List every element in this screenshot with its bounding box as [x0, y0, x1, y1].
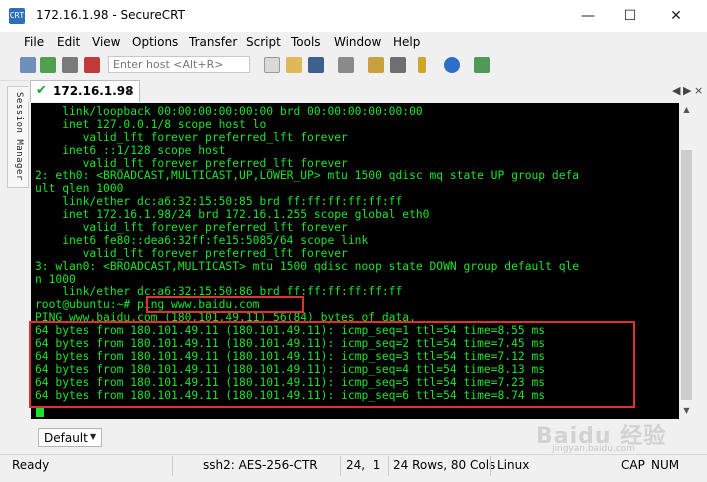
terminal-cursor [36, 407, 44, 417]
disconnect-icon[interactable] [84, 57, 100, 73]
baidu-watermark-url: jingyan.baidu.com [552, 444, 636, 454]
tab-scroll-right-icon[interactable]: ▶ [683, 84, 691, 97]
command-highlight-box [146, 296, 304, 313]
menu-transfer[interactable]: Transfer [189, 35, 237, 49]
status-ready: Ready [12, 458, 50, 472]
button-bar-select-value: Default [44, 431, 88, 445]
terminal-line: valid_lft forever preferred_lft forever [35, 130, 348, 144]
window-title: 172.16.1.98 - SecureCRT [36, 8, 185, 22]
menu-options[interactable]: Options [132, 35, 178, 49]
menu-edit[interactable]: Edit [57, 35, 80, 49]
status-divider [388, 456, 389, 476]
terminal-line: inet 127.0.0.1/8 scope host lo [35, 117, 267, 131]
terminal-line: inet6 fe80::dea6:32ff:fe15:5085/64 scope… [35, 233, 369, 247]
terminal-line: inet6 ::1/128 scope host [35, 143, 226, 157]
minimize-button[interactable]: — [565, 0, 611, 32]
find-icon[interactable] [308, 57, 324, 73]
tab-scroll-left-icon[interactable]: ◀ [672, 84, 680, 97]
tab-label: 172.16.1.98 [53, 84, 134, 98]
toolbar [0, 52, 707, 81]
status-caps-lock: CAP [621, 458, 645, 472]
scroll-up-icon[interactable]: ▲ [679, 103, 694, 117]
menu-view[interactable]: View [92, 35, 120, 49]
menu-script[interactable]: Script [246, 35, 281, 49]
status-cursor-position: 24, 1 [346, 458, 381, 472]
status-terminal-type: Linux [497, 458, 530, 472]
session-options-icon[interactable] [368, 57, 384, 73]
status-cipher: ssh2: AES-256-CTR [203, 458, 318, 472]
scrollbar-thumb[interactable] [681, 150, 692, 400]
ping-output-highlight-box [29, 321, 635, 408]
reconnect-icon[interactable] [62, 57, 78, 73]
menu-help[interactable]: Help [393, 35, 420, 49]
connected-check-icon: ✔ [36, 83, 47, 98]
terminal-line: valid_lft forever preferred_lft forever [35, 246, 348, 260]
quick-connect-icon[interactable] [40, 57, 56, 73]
enter-host-input[interactable] [108, 56, 250, 73]
status-divider [490, 456, 491, 476]
keymap-icon[interactable] [474, 57, 490, 73]
maximize-button[interactable]: ☐ [607, 0, 653, 32]
tab-close-icon[interactable]: × [124, 84, 134, 98]
terminal-line: link/loopback 00:00:00:00:00:00 brd 00:0… [35, 105, 423, 118]
chevron-down-icon[interactable]: ▼ [90, 432, 96, 441]
help-icon[interactable] [444, 57, 460, 73]
print-icon[interactable] [338, 57, 354, 73]
paste-icon[interactable] [286, 57, 302, 73]
status-num-lock: NUM [651, 458, 680, 472]
tab-close-all-icon[interactable]: × [694, 84, 703, 97]
status-terminal-size: 24 Rows, 80 Cols [393, 458, 496, 472]
terminal-line: 3: wlan0: <BROADCAST,MULTICAST> mtu 1500… [35, 259, 580, 273]
menu-bar: File Edit View Options Transfer Script T… [0, 32, 707, 52]
terminal-line: valid_lft forever preferred_lft forever [35, 221, 348, 235]
status-divider [172, 456, 173, 476]
key-icon[interactable] [418, 57, 426, 73]
copy-icon[interactable] [264, 57, 280, 73]
status-divider [340, 456, 341, 476]
menu-file[interactable]: File [24, 35, 44, 49]
menu-tools[interactable]: Tools [291, 35, 321, 49]
session-manager-label: Session Manager [14, 92, 24, 181]
close-button[interactable]: ✕ [653, 0, 699, 32]
menu-window[interactable]: Window [334, 35, 381, 49]
securecrt-app-icon: CRT [9, 8, 25, 24]
connect-icon[interactable] [20, 57, 36, 73]
scroll-down-icon[interactable]: ▼ [679, 404, 694, 418]
global-options-icon[interactable] [390, 57, 406, 73]
